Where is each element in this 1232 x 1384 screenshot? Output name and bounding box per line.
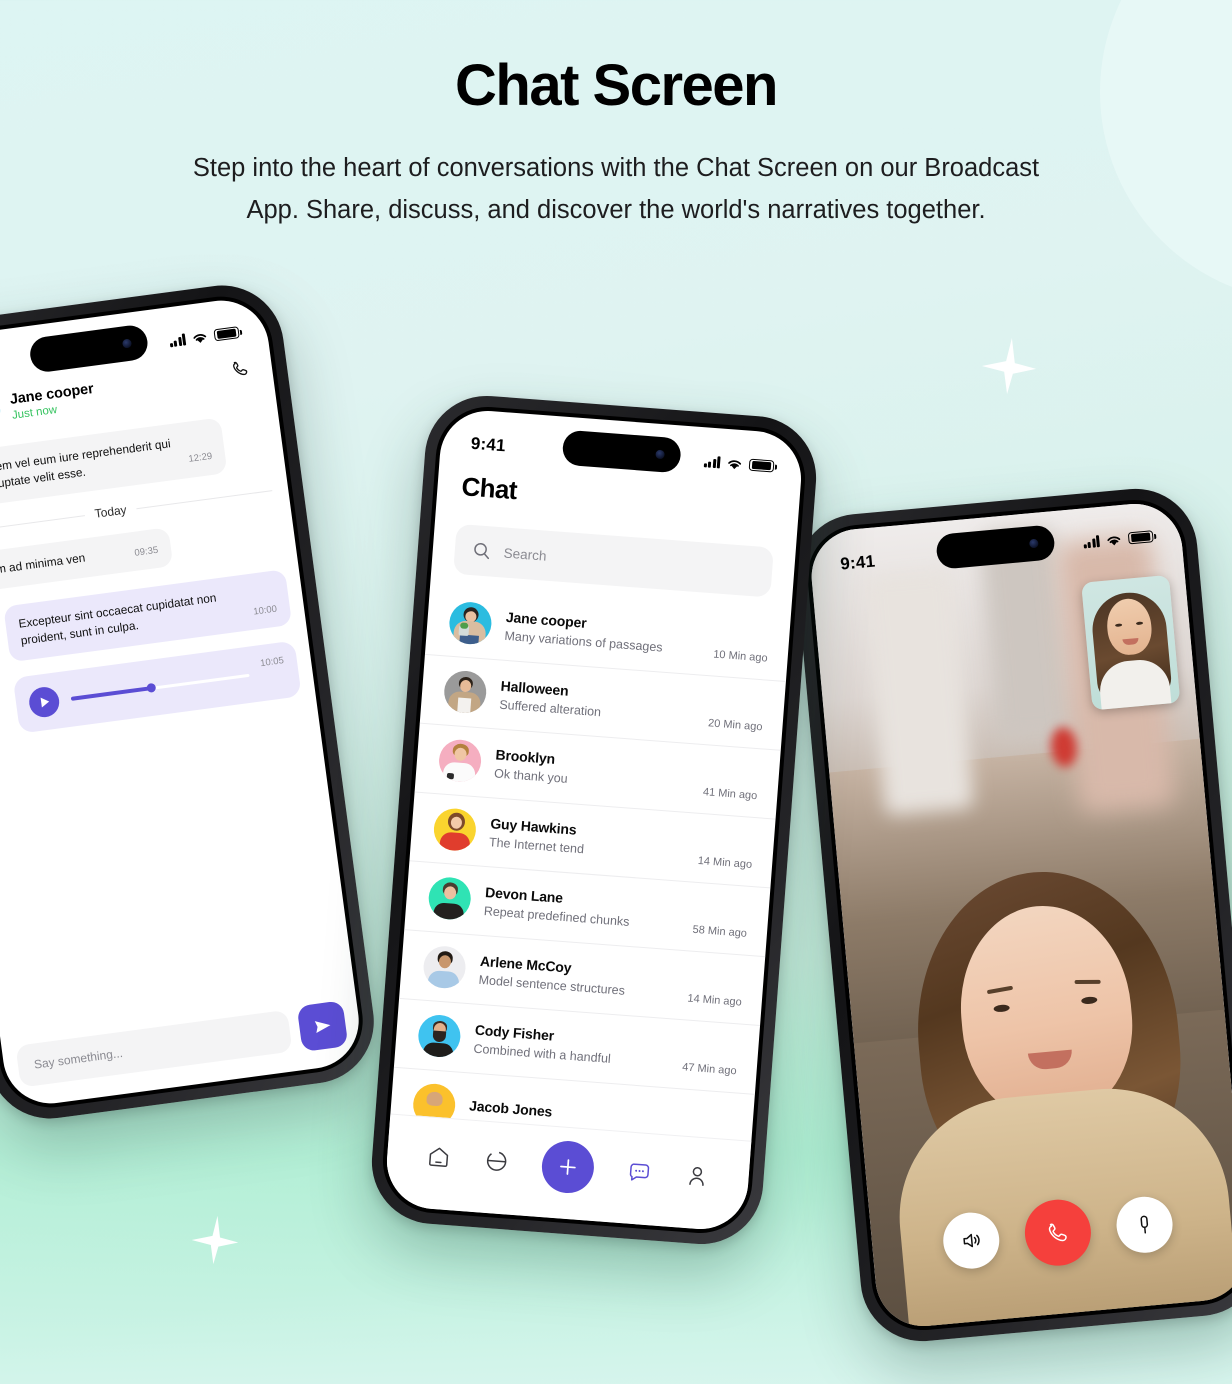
page-header: Chat Screen Step into the heart of conve… <box>0 53 1232 231</box>
battery-icon <box>748 458 775 473</box>
audio-progress-slider[interactable] <box>70 669 250 705</box>
caller-eyebrow <box>987 985 1014 995</box>
caller-eye <box>993 1004 1011 1013</box>
message-bubble-incoming: Ut enim ad minima ven 09:35 <box>0 527 174 596</box>
play-icon[interactable] <box>27 685 62 720</box>
search-icon <box>474 542 490 560</box>
timestamp: 10 Min ago <box>712 648 769 665</box>
microphone-icon <box>1140 1215 1149 1234</box>
timestamp: 41 Min ago <box>702 786 758 803</box>
scan-icon[interactable] <box>483 1148 510 1175</box>
timestamp: 14 Min ago <box>697 854 753 871</box>
self-mouth <box>1122 637 1139 646</box>
phone-mockup-video-call: 9:41 <box>791 483 1232 1347</box>
timestamp: 58 Min ago <box>692 923 748 940</box>
timestamp: 20 Min ago <box>707 717 763 734</box>
caller-eye <box>1081 996 1099 1005</box>
phone-mockup-chat-list: 9:41 Chat Search Jane cooper Many variat… <box>367 391 821 1249</box>
message-text: Excepteur sint occaecat cupidatat non pr… <box>17 590 218 648</box>
signal-bars-icon <box>703 455 721 469</box>
status-time: 9:41 <box>470 433 507 456</box>
home-icon[interactable] <box>425 1143 452 1170</box>
person-icon[interactable] <box>684 1163 711 1190</box>
message-time: 12:29 <box>187 451 213 466</box>
audio-progress-knob[interactable] <box>146 683 157 694</box>
separator-line <box>0 514 85 534</box>
search-placeholder: Search <box>503 545 548 564</box>
page-title: Chat Screen <box>455 53 778 118</box>
front-camera-icon <box>1028 538 1039 549</box>
speaker-icon <box>963 1233 980 1248</box>
wifi-icon <box>728 459 742 469</box>
separator-line <box>136 489 273 509</box>
message-time: 09:35 <box>133 544 159 559</box>
add-button[interactable] <box>540 1138 596 1195</box>
front-camera-icon <box>121 338 133 349</box>
search-input[interactable]: Search <box>453 523 774 598</box>
phone-mockup-conversation: 9:41 Jane cooper Just now <box>0 277 382 1127</box>
audio-progress-fill <box>70 686 152 701</box>
speaker-button[interactable] <box>940 1210 1002 1271</box>
self-view-thumbnail[interactable] <box>1081 574 1181 711</box>
page-subtitle: Step into the heart of conversations wit… <box>192 153 1040 224</box>
message-input[interactable]: Say something... <box>15 1009 293 1088</box>
end-call-button[interactable] <box>1022 1196 1094 1269</box>
avatar[interactable] <box>442 669 488 715</box>
status-time: 9:41 <box>839 551 876 574</box>
avatar[interactable] <box>437 738 483 784</box>
phone-call-icon[interactable] <box>229 357 254 382</box>
message-time: 10:00 <box>252 603 278 618</box>
avatar[interactable] <box>0 390 3 432</box>
caller-mouth <box>1028 1049 1074 1071</box>
caller-portrait <box>855 860 1232 1331</box>
send-button[interactable] <box>296 1000 349 1053</box>
wifi-icon <box>1107 536 1121 545</box>
avatar[interactable] <box>432 807 478 853</box>
avatar[interactable] <box>427 875 473 921</box>
plus-icon <box>560 1158 576 1175</box>
sparkle-icon <box>191 1215 239 1265</box>
chat-list: Jane cooper Many variations of passages … <box>388 586 792 1164</box>
signal-bars-icon <box>168 333 187 348</box>
self-eye <box>1114 623 1123 627</box>
chat-bubble-icon[interactable] <box>626 1158 653 1185</box>
message-text: Ut enim ad minima ven <box>0 550 87 581</box>
avatar[interactable] <box>447 600 493 646</box>
front-camera-icon <box>655 449 665 460</box>
timestamp: 47 Min ago <box>681 1061 738 1078</box>
day-separator-label: Today <box>93 502 128 521</box>
self-eye <box>1135 621 1144 626</box>
message-composer: Say something... <box>1 998 362 1091</box>
battery-icon <box>1127 529 1154 545</box>
avatar[interactable] <box>422 944 468 990</box>
send-icon <box>314 1021 331 1034</box>
signal-bars-icon <box>1082 535 1100 549</box>
battery-icon <box>213 325 240 342</box>
voice-message-time: 10:05 <box>259 655 285 670</box>
sparkle-icon <box>981 337 1037 395</box>
message-list: Quis autem vel eum iure reprehenderit qu… <box>0 400 316 742</box>
caller-eyebrow <box>1075 979 1102 984</box>
phone-hangup-icon <box>1048 1223 1067 1242</box>
message-text: Quis autem vel eum iure reprehenderit qu… <box>0 436 172 496</box>
timestamp: 14 Min ago <box>686 992 743 1009</box>
wifi-icon <box>193 333 207 343</box>
mic-button[interactable] <box>1114 1194 1175 1256</box>
avatar[interactable] <box>416 1013 462 1059</box>
